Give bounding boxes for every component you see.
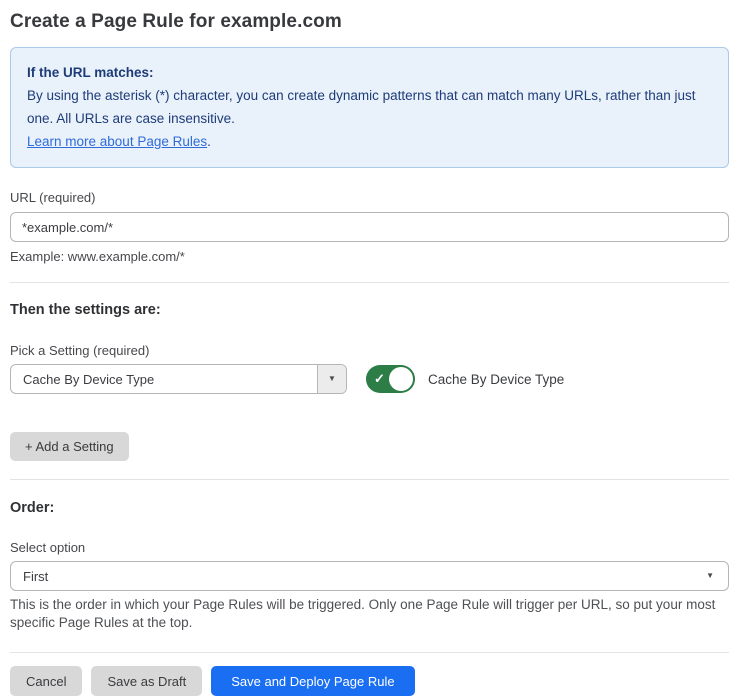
order-select[interactable]: First ▼ xyxy=(10,561,729,591)
info-box-link-line: Learn more about Page Rules. xyxy=(27,130,712,153)
add-setting-button[interactable]: + Add a Setting xyxy=(10,432,129,461)
check-icon: ✓ xyxy=(374,372,385,385)
cache-by-device-type-toggle[interactable]: ✓ xyxy=(366,365,415,393)
url-field-label: URL (required) xyxy=(10,190,729,205)
toggle-knob xyxy=(389,367,413,391)
save-and-deploy-button[interactable]: Save and Deploy Page Rule xyxy=(211,666,414,696)
setting-dropdown[interactable]: Cache By Device Type ▼ xyxy=(10,364,347,394)
chevron-down-icon: ▼ xyxy=(328,375,336,383)
setting-dropdown-button[interactable]: ▼ xyxy=(317,365,346,393)
cancel-button[interactable]: Cancel xyxy=(10,666,82,696)
url-example-helper: Example: www.example.com/* xyxy=(10,249,729,264)
page-title: Create a Page Rule for example.com xyxy=(10,9,729,35)
setting-dropdown-value: Cache By Device Type xyxy=(11,365,317,393)
settings-section-heading: Then the settings are: xyxy=(10,302,729,319)
order-select-value: First xyxy=(23,569,48,584)
url-match-info-box: If the URL matches: By using the asteris… xyxy=(10,47,729,168)
setting-row: Cache By Device Type ▼ ✓ Cache By Device… xyxy=(10,364,729,394)
info-box-heading: If the URL matches: xyxy=(27,61,712,84)
info-box-body: By using the asterisk (*) character, you… xyxy=(27,84,712,130)
learn-more-link[interactable]: Learn more about Page Rules xyxy=(27,134,207,149)
url-input[interactable] xyxy=(10,212,729,242)
toggle-label: Cache By Device Type xyxy=(428,372,564,387)
footer-actions: Cancel Save as Draft Save and Deploy Pag… xyxy=(10,666,729,696)
save-as-draft-button[interactable]: Save as Draft xyxy=(91,666,202,696)
link-period: . xyxy=(207,134,211,149)
page-rule-form: Create a Page Rule for example.com If th… xyxy=(0,0,750,696)
setting-picker-label: Pick a Setting (required) xyxy=(10,343,729,358)
divider xyxy=(10,652,729,653)
order-helper-text: This is the order in which your Page Rul… xyxy=(10,596,729,632)
divider xyxy=(10,282,729,283)
divider xyxy=(10,479,729,480)
chevron-down-icon: ▼ xyxy=(706,572,714,580)
order-section-heading: Order: xyxy=(10,500,729,517)
order-select-label: Select option xyxy=(10,540,729,555)
